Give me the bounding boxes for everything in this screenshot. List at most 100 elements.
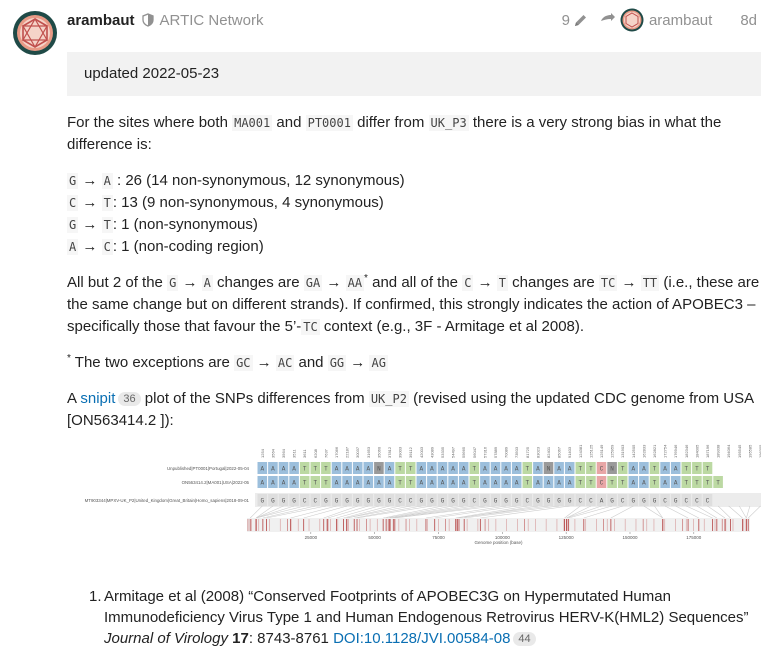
site-position-label: 3564: [270, 448, 275, 458]
row-ukp2-base: C: [398, 498, 402, 505]
reply-to-button[interactable]: arambaut: [600, 8, 712, 32]
row-ukp2-base: G: [377, 498, 381, 505]
code-pt0001: PT0001: [305, 115, 353, 131]
row-ukp2-base: C: [621, 498, 625, 505]
row-ukp2-base: G: [441, 498, 445, 505]
axis-tick-label: 175000: [686, 535, 702, 540]
row-pt0001-base: T: [398, 466, 402, 473]
row-ukp2-base: G: [547, 498, 551, 505]
site-position-label: 85067: [557, 446, 562, 458]
row-pt0001-base: T: [621, 466, 625, 473]
text: and: [272, 114, 306, 131]
row-pt0001-base: A: [515, 466, 519, 473]
code-ukp3: UK_P3: [428, 115, 469, 131]
row-ukp2-base: G: [388, 498, 392, 505]
row-ma001-base: T: [525, 480, 529, 487]
site-connector-line: [566, 505, 592, 519]
row-ukp2-base: C: [303, 498, 307, 505]
reference-number: 1.: [89, 588, 102, 605]
apobec-paragraph: All but 2 of the G → A changes are GA → …: [67, 272, 761, 338]
code-dinuc: TC: [301, 319, 320, 335]
site-position-label: 39003: [398, 446, 403, 458]
row-pt0001-base: A: [631, 466, 635, 473]
row-pt0001-base: A: [388, 466, 392, 473]
site-position-label: 162833: [641, 444, 646, 458]
row-ma001-base: A: [462, 480, 466, 487]
user-avatar-icon[interactable]: [12, 10, 58, 56]
row-pt0001-base: A: [642, 466, 646, 473]
row-pt0001-base: T: [303, 466, 307, 473]
edit-history-button[interactable]: 9: [562, 12, 588, 29]
row-ukp2-base: C: [472, 498, 476, 505]
row-ukp2-base: G: [610, 498, 614, 505]
reference-journal: Journal of Virology: [104, 630, 228, 647]
site-position-label: 142505: [631, 444, 636, 458]
row-pt0001-base: A: [557, 466, 561, 473]
site-position-label: 56047: [472, 446, 477, 458]
arrow: →: [617, 274, 641, 291]
site-position-label: 196305: [758, 444, 761, 458]
post: arambaut ARTIC Network 9 arambaut 8d upd…: [0, 0, 782, 669]
text: changes are: [508, 274, 599, 291]
snipit-figure: Unpublished|PT0001|Portugal|2022-05-04 ON…: [67, 440, 761, 560]
username[interactable]: arambaut: [67, 12, 135, 29]
row-ukp2-base: C: [695, 498, 699, 505]
row-ma001-base: A: [345, 480, 349, 487]
row-ukp2-base: G: [292, 498, 296, 505]
row-ma001-base: A: [557, 480, 561, 487]
site-position-label: 7637: [323, 448, 328, 458]
row-ma001-base: T: [324, 480, 328, 487]
site-position-label: 184005: [694, 444, 699, 458]
row-ma001-base: A: [547, 480, 551, 487]
row-pt0001-base: C: [600, 466, 604, 473]
text: changes are: [212, 274, 304, 291]
axis-tick-label: 75000: [432, 535, 445, 540]
site-position-label: 125959: [610, 444, 615, 458]
site-position-label: 3611: [302, 449, 307, 458]
row-ma001-base: A: [483, 480, 487, 487]
row-ma001-base: A: [494, 480, 498, 487]
row-ukp2-base: G: [345, 498, 349, 505]
site-position-label: 125125: [588, 444, 593, 458]
site-position-label: 22187: [345, 446, 350, 458]
row-pt0001-base: T: [695, 466, 699, 473]
row-ukp2-base: C: [409, 498, 413, 505]
code-base: C: [67, 195, 79, 211]
snipit-paragraph: A snipit 36 plot of the SNPs differences …: [67, 388, 761, 432]
row-ma001-base: A: [441, 480, 445, 487]
row-ma001-base: A: [451, 480, 455, 487]
snipit-link[interactable]: snipit: [80, 390, 115, 407]
axis-tick-label: 25000: [305, 535, 318, 540]
text: and all of the: [367, 274, 463, 291]
row-pt0001-base: A: [356, 466, 360, 473]
site-connector-line: [717, 505, 731, 519]
row-pt0001-base: N: [610, 466, 614, 473]
row-ma001-base: T: [653, 480, 657, 487]
change-line: G → T: 1 (non-synonymous): [67, 216, 258, 233]
code-dinuc: GA: [303, 275, 323, 291]
site-position-label: 195585: [747, 444, 752, 458]
row-ma001-base: A: [568, 480, 572, 487]
text: plot of the SNPs differences from: [140, 390, 369, 407]
row-ukp2-base: G: [568, 498, 572, 505]
post-header: arambaut ARTIC Network 9 arambaut 8d: [67, 8, 782, 32]
row-ma001-base: T: [589, 480, 593, 487]
row-pt0001-base: A: [536, 466, 540, 473]
text: All but 2 of the: [67, 274, 168, 291]
post-date[interactable]: 8d: [740, 12, 757, 29]
snipit-plot-image[interactable]: Unpublished|PT0001|Portugal|2022-05-04 ON…: [67, 440, 761, 558]
row-ma001-base: A: [536, 480, 540, 487]
group-name[interactable]: ARTIC Network: [160, 12, 264, 29]
code-base: T: [496, 275, 508, 291]
doi-link[interactable]: DOI:10.1128/JVI.00584-08: [333, 630, 510, 647]
text: A: [67, 390, 81, 407]
code-dinuc: AC: [275, 355, 295, 371]
site-position-label: 6208: [313, 448, 318, 458]
site-connector-line: [664, 505, 689, 519]
text: For the sites where both: [67, 114, 233, 131]
code-dinuc: GC: [234, 355, 253, 371]
row-ukp2-base: C: [706, 498, 710, 505]
text: : 1 (non-coding region): [112, 238, 264, 255]
row-ma001-base: T: [409, 480, 413, 487]
row-pt0001-base: A: [345, 466, 349, 473]
